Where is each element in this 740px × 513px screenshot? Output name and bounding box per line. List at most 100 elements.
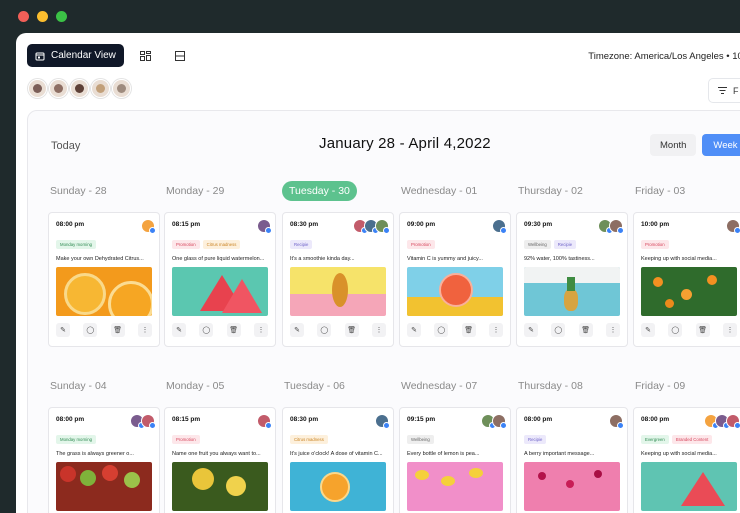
post-image[interactable] <box>56 462 152 511</box>
edit-icon[interactable]: ✎ <box>524 323 538 337</box>
edit-icon[interactable]: ✎ <box>290 323 304 337</box>
post-tag[interactable]: Promotion <box>641 240 669 249</box>
comment-icon[interactable]: ◯ <box>434 323 449 337</box>
post-tag[interactable]: Recipie <box>524 435 547 444</box>
post-time: 09:30 pm <box>524 221 553 228</box>
social-badge-icon <box>383 227 390 234</box>
maximize-window-button[interactable] <box>56 11 67 22</box>
delete-icon[interactable]: 🗑 <box>461 323 476 337</box>
post-card[interactable]: 09:00 pm Promotion Vitamin C is yummy and … <box>399 212 511 347</box>
account-avatar[interactable] <box>141 219 156 234</box>
post-card[interactable]: 10:00 pm Promotion Keeping up with social … <box>633 212 740 347</box>
post-tag[interactable]: Evergreen <box>641 435 669 444</box>
day-header: Friday - 09 <box>635 380 686 392</box>
account-avatar[interactable] <box>726 414 740 429</box>
post-tag[interactable]: Monday morning <box>56 435 97 444</box>
minimize-window-button[interactable] <box>37 11 48 22</box>
calendar-view-button[interactable]: Calendar View <box>27 44 124 67</box>
day-header: Sunday - 28 <box>50 185 107 197</box>
post-image[interactable] <box>524 462 620 511</box>
post-caption: A berry important message... <box>524 451 595 457</box>
more-icon[interactable]: ⋮ <box>137 323 152 337</box>
post-image[interactable] <box>56 267 152 316</box>
post-tag[interactable]: Promotion <box>172 435 200 444</box>
post-image[interactable] <box>407 462 503 511</box>
account-avatar[interactable] <box>609 414 624 429</box>
delete-icon[interactable]: 🗑 <box>226 323 241 337</box>
more-icon[interactable]: ⋮ <box>722 323 737 337</box>
account-avatar[interactable] <box>609 219 624 234</box>
filter-button[interactable]: F <box>708 78 740 103</box>
month-view-button[interactable]: Month <box>650 134 697 156</box>
comment-icon[interactable]: ◯ <box>551 323 566 337</box>
edit-icon[interactable]: ✎ <box>641 323 655 337</box>
post-tag[interactable]: Monday morning <box>56 240 97 249</box>
edit-icon[interactable]: ✎ <box>172 323 186 337</box>
comment-icon[interactable]: ◯ <box>199 323 214 337</box>
more-icon[interactable]: ⋮ <box>253 323 268 337</box>
comment-icon[interactable]: ◯ <box>668 323 683 337</box>
post-tag[interactable]: Citrus madness <box>202 240 241 249</box>
team-avatar[interactable] <box>28 79 47 98</box>
day-header: Monday - 29 <box>166 185 225 197</box>
post-tag[interactable]: Wellbeing <box>524 240 551 249</box>
list-view-button[interactable] <box>168 44 192 67</box>
post-image[interactable] <box>641 267 737 316</box>
account-avatar[interactable] <box>257 414 272 429</box>
more-icon[interactable]: ⋮ <box>371 323 386 337</box>
post-tags: Citrus madness <box>290 435 328 444</box>
close-window-button[interactable] <box>18 11 29 22</box>
account-avatar[interactable] <box>375 219 390 234</box>
post-card[interactable]: 08:15 pm Promotion Name one fruit you alwa… <box>164 407 276 513</box>
post-card[interactable]: 09:30 pm Wellbeing Recipie 92% water, 100% … <box>516 212 628 347</box>
post-tag[interactable]: Recipie <box>553 240 577 249</box>
team-avatar[interactable] <box>70 79 89 98</box>
edit-icon[interactable]: ✎ <box>407 323 421 337</box>
post-card[interactable]: 08:30 pm Citrus madness It's juice o'clock… <box>282 407 394 513</box>
post-image[interactable] <box>290 267 386 316</box>
account-avatar[interactable] <box>141 414 156 429</box>
post-image[interactable] <box>641 462 737 511</box>
week-view-button[interactable]: Week <box>702 134 740 156</box>
post-tag[interactable]: Branded Content <box>671 435 713 444</box>
post-card[interactable]: 09:15 pm Wellbeing Every bottle of lemon i… <box>399 407 511 513</box>
team-avatar[interactable] <box>91 79 110 98</box>
delete-icon[interactable]: 🗑 <box>110 323 125 337</box>
account-avatar[interactable] <box>726 219 740 234</box>
post-tag[interactable]: Promotion <box>407 240 435 249</box>
post-card[interactable]: 08:00 pm Monday morning The grass is alway… <box>48 407 160 513</box>
post-image[interactable] <box>172 462 268 511</box>
team-avatar[interactable] <box>49 79 68 98</box>
team-avatar[interactable] <box>112 79 131 98</box>
post-card[interactable]: 08:00 pm Recipie A berry important message… <box>516 407 628 513</box>
post-tag[interactable]: Citrus madness <box>290 435 328 444</box>
avatar-face <box>75 84 84 93</box>
grid-view-button[interactable] <box>134 44 158 67</box>
account-avatar[interactable] <box>492 219 507 234</box>
comment-icon[interactable]: ◯ <box>317 323 332 337</box>
account-avatar[interactable] <box>375 414 390 429</box>
delete-icon[interactable]: 🗑 <box>578 323 593 337</box>
post-tag[interactable]: Wellbeing <box>407 435 434 444</box>
window-controls <box>18 11 67 22</box>
post-image[interactable] <box>172 267 268 316</box>
post-card[interactable]: 08:30 pm Recipie It's a smoothie kinda day… <box>282 212 394 347</box>
account-avatar[interactable] <box>257 219 272 234</box>
post-image[interactable] <box>407 267 503 316</box>
today-button[interactable]: Today <box>51 140 80 152</box>
comment-icon[interactable]: ◯ <box>83 323 98 337</box>
post-accounts <box>704 414 740 429</box>
post-tag[interactable]: Promotion <box>172 240 200 249</box>
post-card[interactable]: 08:00 pm Monday morning Make your own Dehy… <box>48 212 160 347</box>
post-tag[interactable]: Recipie <box>290 240 313 249</box>
account-avatar[interactable] <box>492 414 507 429</box>
post-card[interactable]: 08:00 pm Evergreen Branded Content Keeping … <box>633 407 740 513</box>
post-image[interactable] <box>524 267 620 316</box>
delete-icon[interactable]: 🗑 <box>695 323 710 337</box>
more-icon[interactable]: ⋮ <box>488 323 503 337</box>
more-icon[interactable]: ⋮ <box>605 323 620 337</box>
post-image[interactable] <box>290 462 386 511</box>
edit-icon[interactable]: ✎ <box>56 323 70 337</box>
post-card[interactable]: 08:15 pm Promotion Citrus madness One glass… <box>164 212 276 347</box>
delete-icon[interactable]: 🗑 <box>344 323 359 337</box>
